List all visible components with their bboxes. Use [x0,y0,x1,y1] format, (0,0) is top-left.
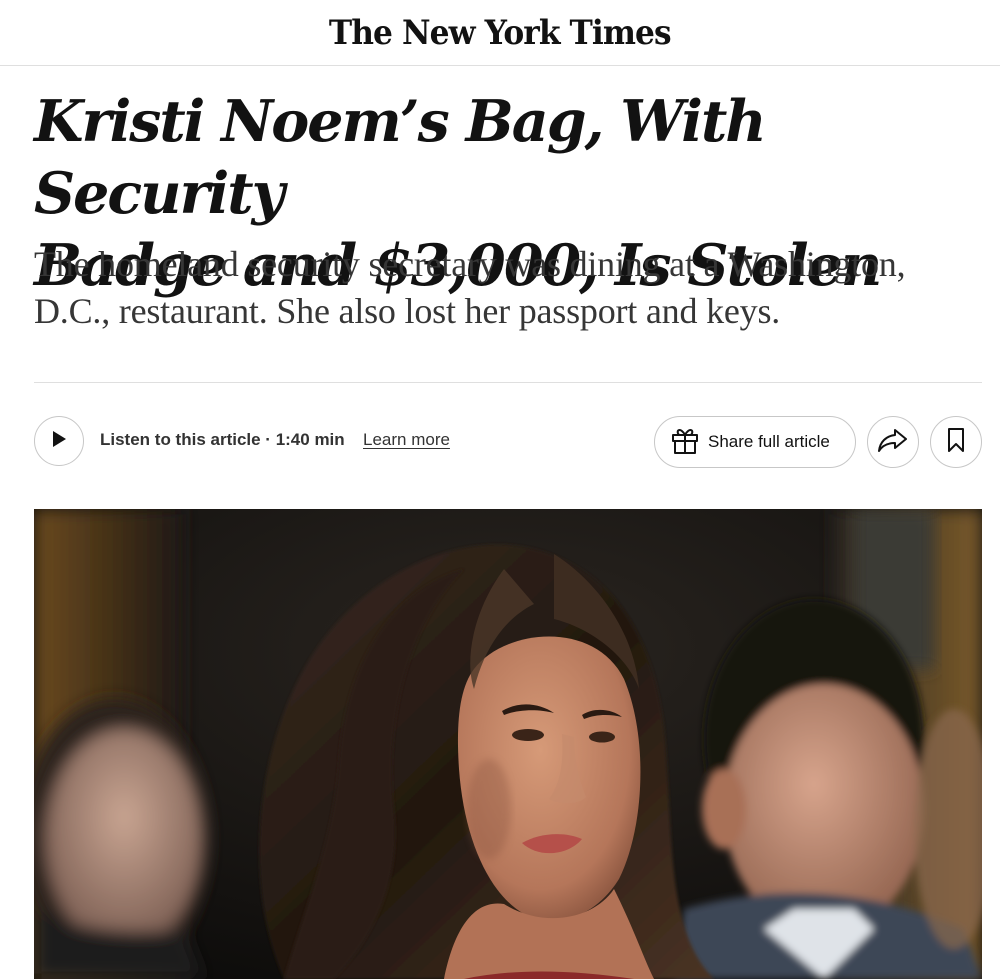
play-icon [51,430,67,453]
gift-icon [670,425,700,460]
listen-label: Listen to this article · 1:40 min [100,430,345,449]
headline-line-1: Kristi Noem’s Bag, With Security [34,88,767,227]
save-bookmark-button[interactable] [930,416,982,468]
bookmark-icon [947,427,965,458]
divider [34,382,982,383]
share-full-article-button[interactable]: Share full article [654,416,856,468]
masthead: The New York Times [0,0,1000,66]
article-summary: The homeland security secretary was dini… [34,244,906,331]
play-audio-button[interactable] [34,416,84,466]
share-arrow-icon [877,427,909,458]
learn-more-link[interactable]: Learn more [363,430,450,450]
share-button[interactable] [867,416,919,468]
lead-photo [34,509,982,979]
share-full-article-label: Share full article [708,432,830,451]
nyt-logo[interactable]: The New York Times [329,16,672,50]
